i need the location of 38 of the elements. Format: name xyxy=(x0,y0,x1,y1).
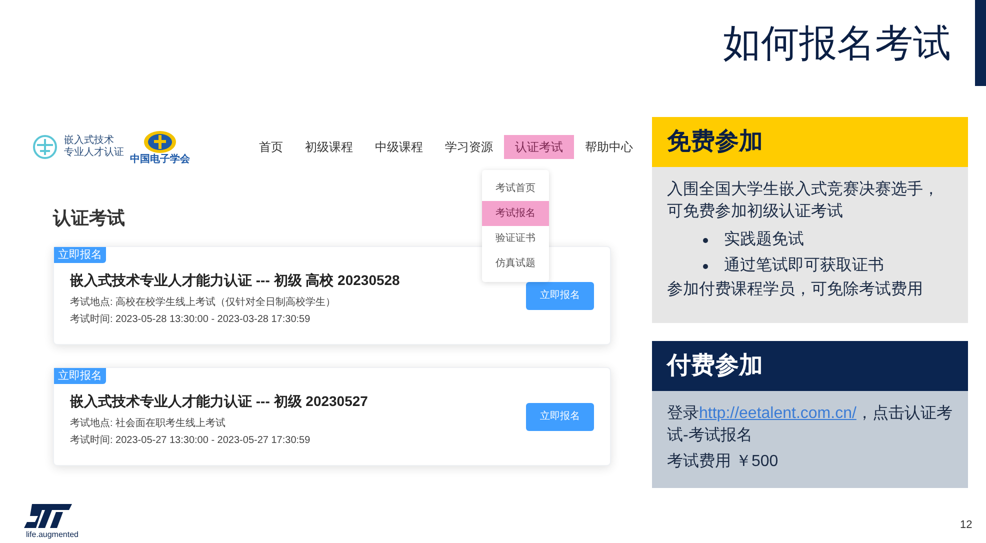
panel-header: 付费参加 xyxy=(652,341,968,391)
badge: 立即报名 xyxy=(54,247,106,263)
nav-tab[interactable]: 认证考试 xyxy=(504,135,574,159)
slide-title: 如何报名考试 xyxy=(723,22,951,67)
paragraph: 考试费用 ￥500 xyxy=(667,452,780,472)
exam-title: 嵌入式技术专业人才能力认证 --- 初级 高校 20230528 xyxy=(70,271,400,290)
society-name: 中国电子学会 xyxy=(130,154,190,164)
logo-text: 专业人才认证 xyxy=(64,147,124,159)
nav-tab[interactable]: 学习资源 xyxy=(434,135,504,159)
nav-tab[interactable]: 首页 xyxy=(248,135,294,159)
logo-tagline: life.augmented xyxy=(26,530,78,540)
menu-item[interactable]: 考试首页 xyxy=(482,176,549,201)
exam-location: 考试地点: 社会面在职考生线上考试 xyxy=(70,417,227,431)
nav-tab[interactable]: 中级课程 xyxy=(364,135,434,159)
bullet-icon xyxy=(703,238,708,242)
bullet-icon xyxy=(703,264,708,268)
nav-tab[interactable]: 初级课程 xyxy=(294,135,364,159)
paragraph: 登录http://eetalent.com.cn/，点击认证考试-考试报名 xyxy=(667,404,953,446)
bullet-text: 实践题免试 xyxy=(724,230,804,250)
emblem-icon xyxy=(143,130,177,154)
menu-item[interactable]: 验证证书 xyxy=(482,226,549,251)
panel-header: 免费参加 xyxy=(652,117,968,167)
exam-location: 考试地点: 高校在校学生线上考试（仅针对全日制高校学生） xyxy=(70,296,337,310)
menu-item[interactable]: 考试报名 xyxy=(482,201,549,226)
page-number: 12 xyxy=(960,518,972,533)
exam-title: 嵌入式技术专业人才能力认证 --- 初级 20230527 xyxy=(70,392,368,411)
circuit-globe-icon xyxy=(32,134,58,160)
exam-time: 考试时间: 2023-05-27 13:30:00 - 2023-05-27 17:30:59 xyxy=(70,434,312,448)
page-heading: 认证考试 xyxy=(53,207,125,230)
paragraph: 入围全国大学生嵌入式竞赛决赛选手，可免费参加初级认证考试 xyxy=(667,180,940,222)
nav-tab[interactable]: 帮助中心 xyxy=(574,135,644,159)
exam-time: 考试时间: 2023-05-28 13:30:00 - 2023-03-28 17:30:59 xyxy=(70,313,312,327)
menu-item[interactable]: 仿真试题 xyxy=(482,251,549,276)
logo-text: 嵌入式技术 xyxy=(64,135,115,146)
paragraph: 参加付费课程学员，可免除考试费用 xyxy=(667,280,924,300)
logo-icon xyxy=(22,502,74,530)
badge: 立即报名 xyxy=(54,368,106,384)
bullet-text: 通过笔试即可获取证书 xyxy=(724,256,884,276)
